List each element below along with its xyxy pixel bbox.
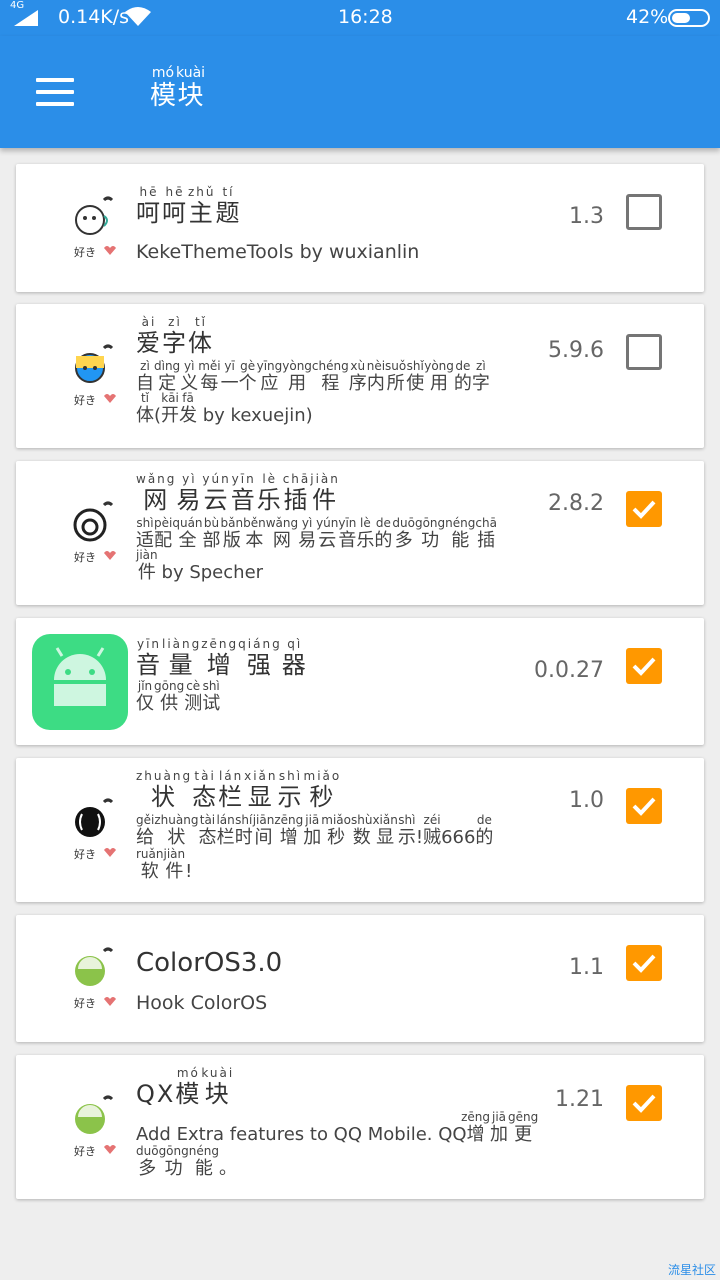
module-description: Add Extra features to QQ Mobile. QQ增zēng… bbox=[136, 1110, 539, 1179]
battery-icon bbox=[668, 9, 710, 27]
module-card-volume-booster[interactable]: 音yīn量liàng增zēng强qiáng器qì 仅jǐn供gōng测cè试sh… bbox=[16, 618, 704, 745]
check-icon bbox=[632, 657, 656, 676]
module-enable-checkbox[interactable] bbox=[626, 1085, 662, 1121]
clock: 16:28 bbox=[338, 6, 393, 28]
module-description: 给gěi状zhuàng态tài栏lán时shí间jiān增zēng加jiā秒mi… bbox=[136, 813, 494, 882]
module-name: QX模mó块kuài bbox=[136, 1066, 235, 1108]
module-enable-checkbox[interactable] bbox=[626, 334, 662, 370]
module-name: 音yīn量liàng增zēng强qiáng器qì bbox=[136, 637, 308, 679]
module-description: 仅jǐn供gōng测cè试shì bbox=[136, 679, 221, 714]
module-name: 爱ài字zì体tǐ bbox=[136, 315, 214, 357]
module-card-keke-theme[interactable]: 好き 呵hē呵hē主zhǔ题tí KekeThemeTools by wuxia… bbox=[16, 164, 704, 292]
svg-text:好き: 好き bbox=[74, 393, 96, 407]
app-bar: 模mó块kuài bbox=[0, 36, 720, 148]
module-version: 1.0 bbox=[569, 788, 604, 813]
font-app-icon: 好き bbox=[74, 344, 116, 407]
module-version: 0.0.27 bbox=[534, 658, 604, 683]
keke-theme-icon: 好き bbox=[74, 196, 116, 259]
module-name: 网wǎng易yì云yún音yīn乐lè插chā件jiàn bbox=[136, 472, 340, 514]
watermark: 流星社区 bbox=[667, 1263, 716, 1277]
module-enable-checkbox[interactable] bbox=[626, 194, 662, 230]
module-description: Hook ColorOS bbox=[136, 992, 268, 1014]
svg-text:好き: 好き bbox=[74, 550, 96, 564]
wifi-icon bbox=[125, 7, 151, 26]
netease-music-icon: 好き bbox=[73, 501, 116, 564]
module-description: 自zì定dìng义yì每měi一yī个gè应yīng用yòng程chéng序xù… bbox=[136, 359, 490, 426]
module-description: 适shì配pèi全quán部bù版bǎn本běn网wǎng易yì云yún音yīn… bbox=[136, 516, 497, 583]
network-speed: 0.14K/s bbox=[58, 6, 130, 28]
module-card-statusbar-seconds[interactable]: 好き 状zhuàng态tài栏lán显xiǎn示shì秒miǎo 给gěi状zh… bbox=[16, 758, 704, 902]
svg-text:好き: 好き bbox=[74, 847, 96, 861]
module-enable-checkbox[interactable] bbox=[626, 945, 662, 981]
qx-android-icon: 好き bbox=[74, 1095, 116, 1158]
module-enable-checkbox[interactable] bbox=[626, 648, 662, 684]
module-version: 2.8.2 bbox=[548, 491, 604, 516]
module-card-coloros[interactable]: 好き ColorOS3.0 Hook ColorOS 1.1 bbox=[16, 915, 704, 1042]
module-version: 5.9.6 bbox=[548, 338, 604, 363]
status-bar: 4G 0.14K/s 16:28 42% bbox=[0, 0, 720, 36]
check-icon bbox=[632, 954, 656, 973]
check-icon bbox=[632, 1094, 656, 1113]
module-version: 1.1 bbox=[569, 955, 604, 980]
coloros-android-icon: 好き bbox=[74, 947, 116, 1010]
android-robot-icon bbox=[32, 634, 128, 730]
check-icon bbox=[632, 500, 656, 519]
page-title: 模mó块kuài bbox=[150, 65, 206, 111]
module-enable-checkbox[interactable] bbox=[626, 788, 662, 824]
svg-text:好き: 好き bbox=[74, 996, 96, 1010]
module-card-font[interactable]: 好き 爱ài字zì体tǐ 自zì定dìng义yì每měi一yī个gè应yīng用… bbox=[16, 304, 704, 448]
signal-icon bbox=[14, 10, 38, 26]
module-version: 1.21 bbox=[555, 1087, 604, 1112]
hamburger-menu-icon[interactable] bbox=[36, 78, 76, 106]
svg-text:好き: 好き bbox=[74, 245, 96, 259]
module-card-netease-music[interactable]: 好き 网wǎng易yì云yún音yīn乐lè插chā件jiàn 适shì配pèi… bbox=[16, 461, 704, 605]
check-icon bbox=[632, 797, 656, 816]
svg-text:好き: 好き bbox=[74, 1144, 96, 1158]
module-description: KekeThemeTools by wuxianlin bbox=[136, 241, 420, 263]
module-enable-checkbox[interactable] bbox=[626, 491, 662, 527]
module-name: ColorOS3.0 bbox=[136, 948, 283, 978]
statusbar-seconds-icon: 好き bbox=[74, 798, 116, 861]
module-name: 呵hē呵hē主zhǔ题tí bbox=[136, 185, 242, 227]
module-version: 1.3 bbox=[569, 204, 604, 229]
battery-percent: 42% bbox=[626, 6, 669, 28]
module-name: 状zhuàng态tài栏lán显xiǎn示shì秒miǎo bbox=[136, 769, 342, 811]
module-card-qx[interactable]: 好き QX模mó块kuài Add Extra features to QQ M… bbox=[16, 1055, 704, 1199]
